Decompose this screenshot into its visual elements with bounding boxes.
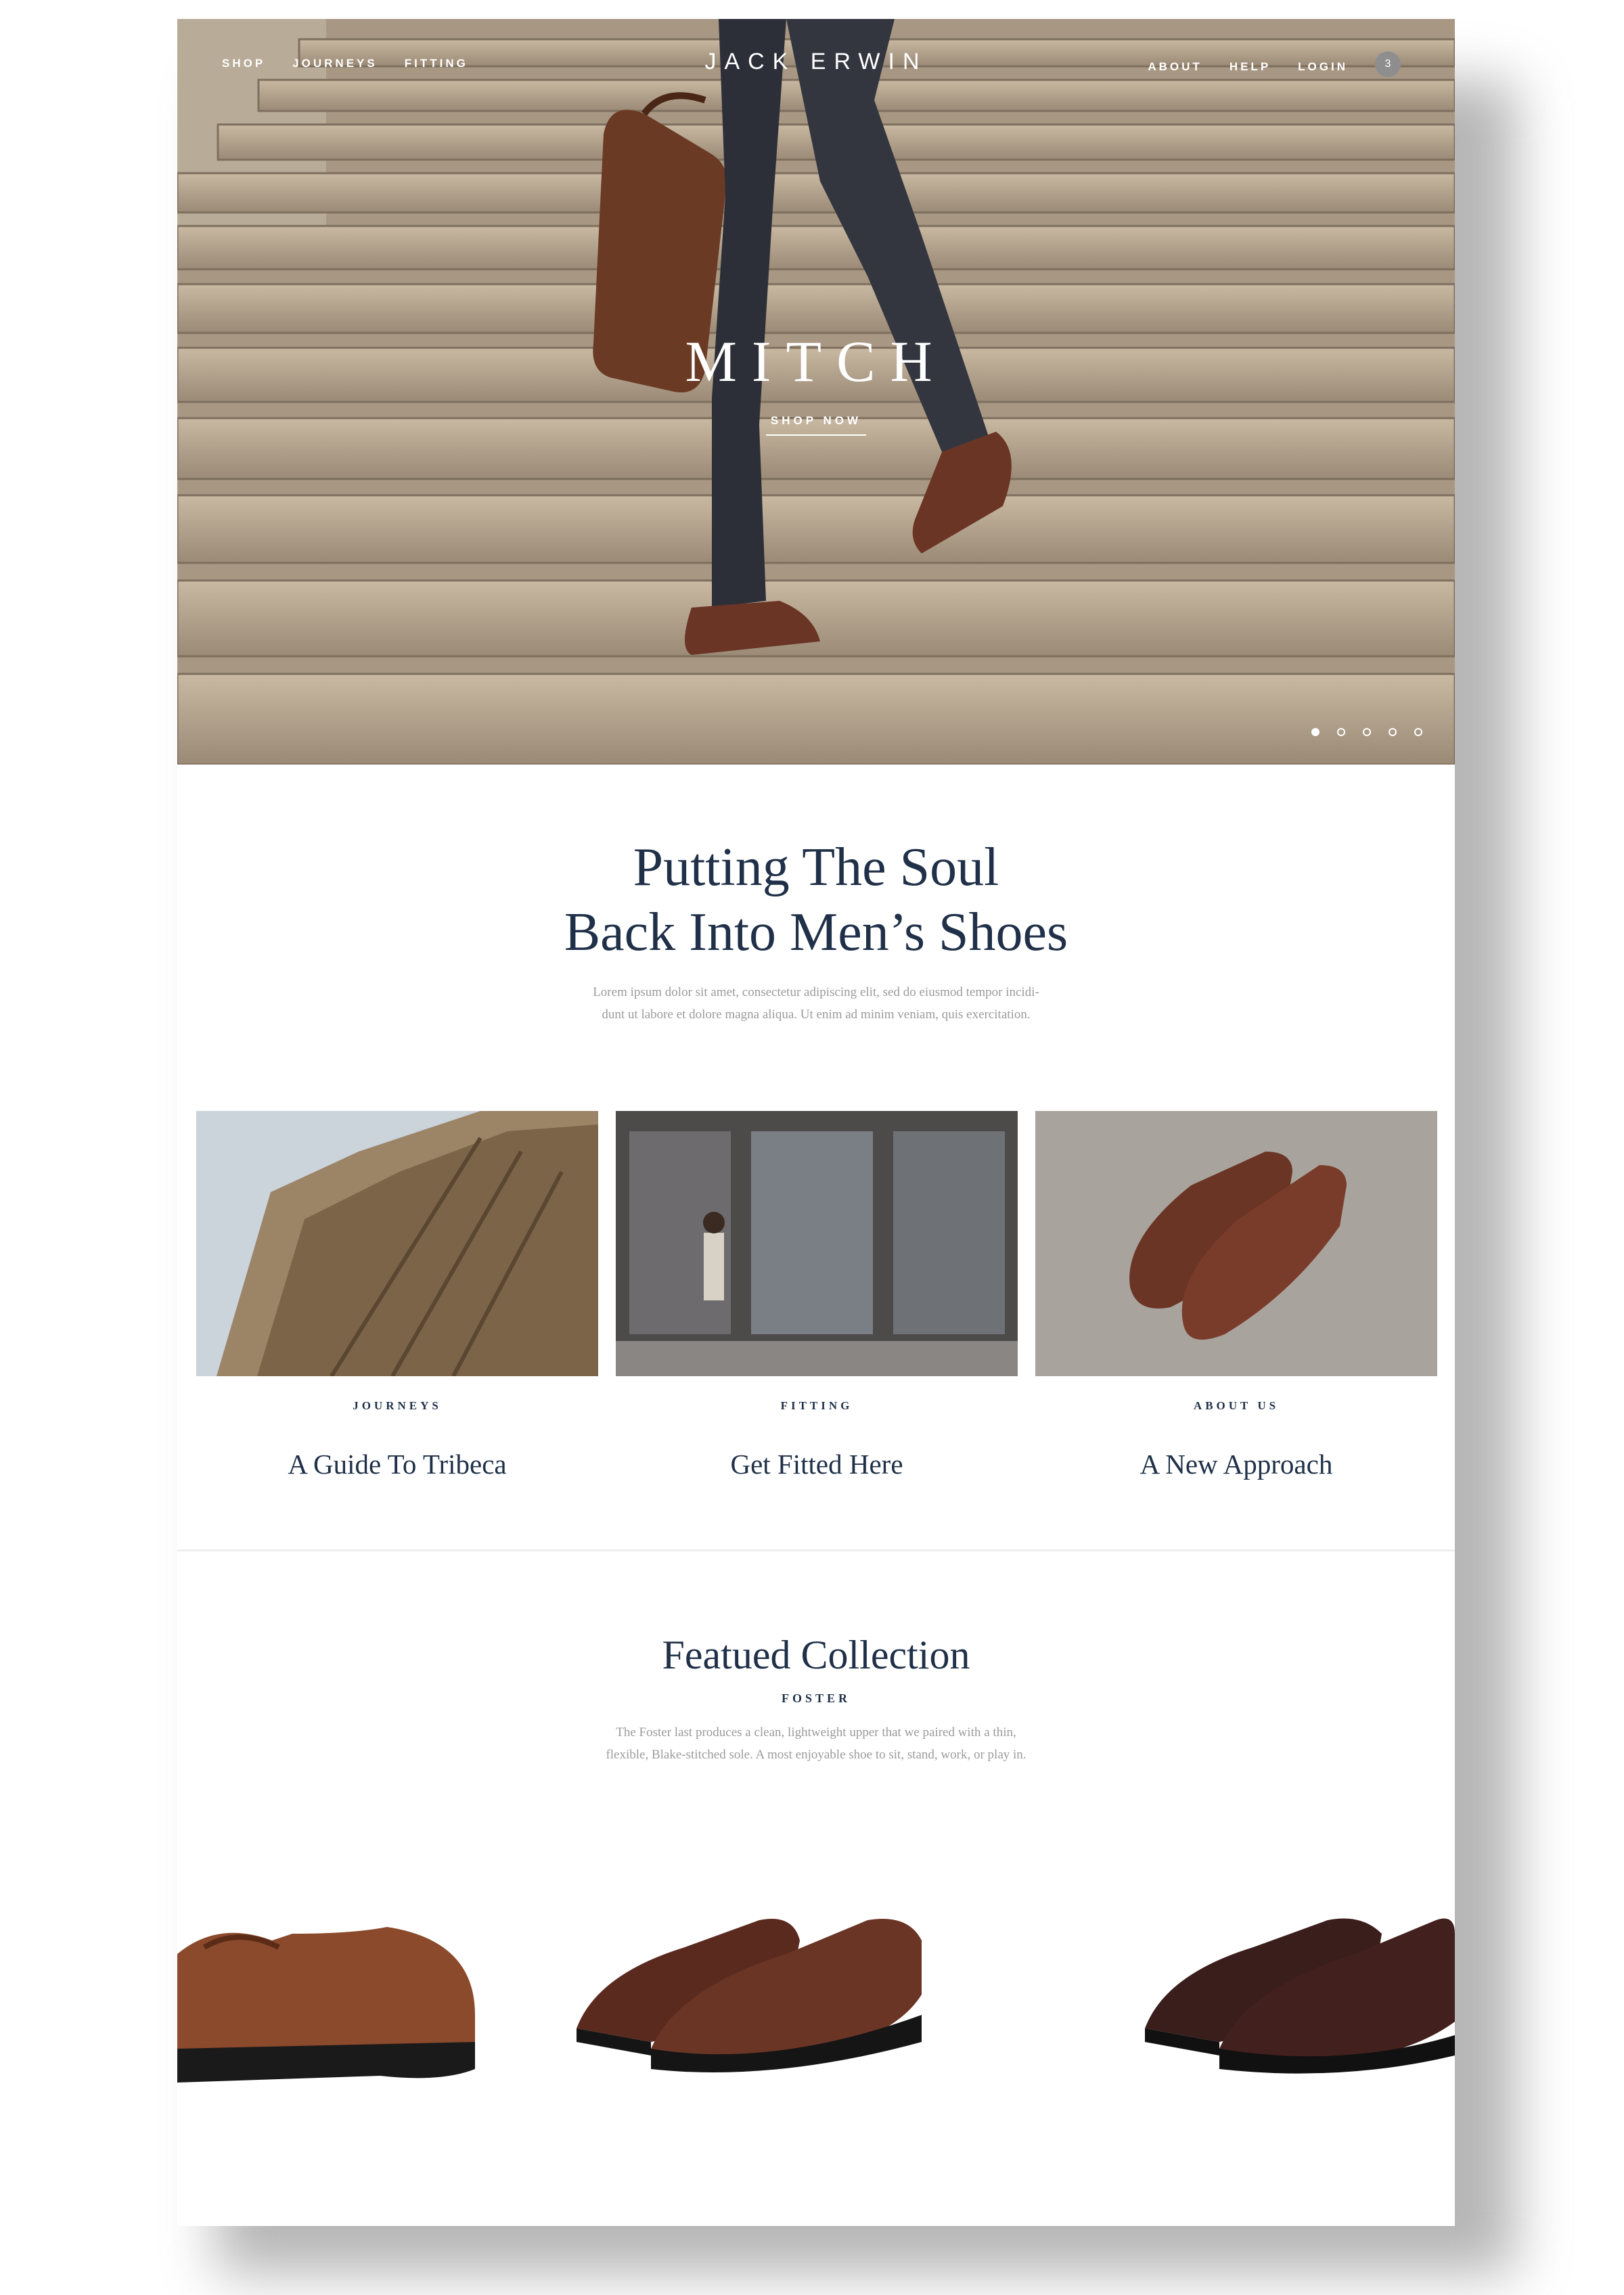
- featured-subtitle: FOSTER: [781, 1691, 851, 1705]
- shop-now-button[interactable]: SHOP NOW: [766, 414, 866, 436]
- featured-description-line-2: flexible, Blake-stitched sole. A most en…: [606, 1748, 1027, 1762]
- fitting-card[interactable]: FITTING Get Fitted Here: [616, 1111, 1018, 1480]
- intro-body-line-2: dunt ut labore et dolore magna aliqua. U…: [602, 1007, 1031, 1022]
- carousel-dots: [1311, 728, 1422, 736]
- shoes-on-pavement-image: [1035, 1111, 1437, 1376]
- product-loafer[interactable]: [177, 1846, 489, 2103]
- carousel-dot-3[interactable]: [1363, 728, 1371, 736]
- nav-right: ABOUT HELP LOGIN 3: [1148, 51, 1401, 77]
- storefront-image: [616, 1111, 1018, 1376]
- journeys-card[interactable]: JOURNEYS A Guide To Tribeca: [196, 1111, 598, 1480]
- hero-title: MITCH: [685, 329, 947, 394]
- featured-description: The Foster last produces a clean, lightw…: [543, 1721, 1089, 1766]
- intro-headline: Putting The Soul Back Into Men’s Shoes: [177, 835, 1455, 965]
- featured-title: Featued Collection: [662, 1633, 970, 1677]
- featured-description-line-1: The Foster last produces a clean, lightw…: [616, 1725, 1016, 1740]
- intro-headline-line-2: Back Into Men’s Shoes: [564, 903, 1068, 962]
- journeys-kicker: JOURNEYS: [353, 1399, 442, 1412]
- carousel-dot-2[interactable]: [1337, 728, 1345, 736]
- cart-count-badge[interactable]: 3: [1375, 51, 1401, 77]
- carousel-dot-4[interactable]: [1389, 728, 1397, 736]
- intro-body: Lorem ipsum dolor sit amet, consectetur …: [529, 981, 1103, 1026]
- carousel-dot-1[interactable]: [1311, 728, 1320, 736]
- building-facade-image: [196, 1111, 598, 1376]
- section-divider: [177, 1549, 1455, 1551]
- hero-banner: SHOP JOURNEYS FITTING JACK ERWIN ABOUT H…: [177, 19, 1455, 765]
- nav-login-link[interactable]: LOGIN: [1298, 60, 1348, 74]
- intro-body-line-1: Lorem ipsum dolor sit amet, consectetur …: [593, 985, 1039, 999]
- product-wingtip-dark[interactable]: [1138, 1846, 1455, 2103]
- fitting-kicker: FITTING: [780, 1399, 853, 1412]
- website-page: SHOP JOURNEYS FITTING JACK ERWIN ABOUT H…: [177, 19, 1455, 2226]
- journeys-card-title[interactable]: A Guide To Tribeca: [196, 1448, 598, 1480]
- carousel-dot-5[interactable]: [1414, 728, 1422, 736]
- about-card-title[interactable]: A New Approach: [1035, 1448, 1437, 1480]
- product-wingtip-brown[interactable]: [570, 1846, 1057, 2103]
- nav-help-link[interactable]: HELP: [1230, 60, 1271, 74]
- about-kicker: ABOUT US: [1193, 1399, 1280, 1412]
- about-card[interactable]: ABOUT US A New Approach: [1035, 1111, 1437, 1480]
- intro-headline-line-1: Putting The Soul: [633, 838, 999, 897]
- fitting-card-title[interactable]: Get Fitted Here: [616, 1448, 1018, 1480]
- nav-about-link[interactable]: ABOUT: [1148, 60, 1202, 74]
